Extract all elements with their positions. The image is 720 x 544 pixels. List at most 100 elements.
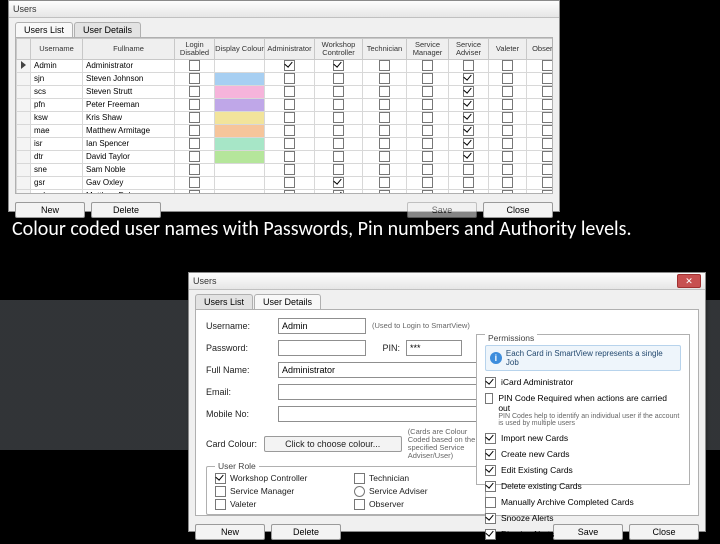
- choose-colour-button[interactable]: Click to choose colour...: [264, 436, 402, 452]
- email-input[interactable]: [278, 384, 486, 400]
- checkbox[interactable]: [542, 99, 553, 110]
- pin-input[interactable]: [406, 340, 462, 356]
- password-input[interactable]: [278, 340, 366, 356]
- checkbox[interactable]: [333, 99, 344, 110]
- checkbox[interactable]: [485, 529, 496, 540]
- username-input[interactable]: [278, 318, 366, 334]
- table-row[interactable]: kswKris Shaw: [17, 111, 554, 124]
- checkbox[interactable]: [542, 138, 553, 149]
- checkbox[interactable]: [284, 177, 295, 188]
- checkbox[interactable]: [333, 112, 344, 123]
- checkbox[interactable]: [284, 125, 295, 136]
- checkbox[interactable]: [463, 177, 474, 188]
- checkbox[interactable]: [463, 138, 474, 149]
- checkbox[interactable]: [333, 177, 344, 188]
- delete-button[interactable]: Delete: [271, 524, 341, 540]
- checkbox[interactable]: [333, 125, 344, 136]
- role-option[interactable]: Workshop Controller: [215, 473, 338, 484]
- checkbox[interactable]: [422, 151, 433, 162]
- checkbox[interactable]: [284, 73, 295, 84]
- checkbox[interactable]: [422, 190, 433, 194]
- checkbox[interactable]: [284, 60, 295, 71]
- checkbox[interactable]: [189, 177, 200, 188]
- table-row[interactable]: dtrDavid Taylor: [17, 150, 554, 163]
- checkbox[interactable]: [542, 164, 553, 175]
- permission-item[interactable]: Dismiss Alerts: [485, 529, 681, 540]
- checkbox[interactable]: [189, 190, 200, 194]
- permission-item[interactable]: Import new Cards: [485, 433, 681, 444]
- table-row[interactable]: scsSteven Strutt: [17, 85, 554, 98]
- checkbox[interactable]: [485, 513, 496, 524]
- table-row[interactable]: isrIan Spencer: [17, 137, 554, 150]
- checkbox[interactable]: [463, 125, 474, 136]
- checkbox[interactable]: [542, 177, 553, 188]
- checkbox[interactable]: [485, 433, 496, 444]
- checkbox[interactable]: [215, 486, 226, 497]
- table-row[interactable]: sjnSteven Johnson: [17, 72, 554, 85]
- checkbox[interactable]: [354, 499, 365, 510]
- checkbox[interactable]: [189, 73, 200, 84]
- permission-item[interactable]: iCard Administrator: [485, 377, 681, 388]
- checkbox[interactable]: [379, 60, 390, 71]
- checkbox[interactable]: [284, 138, 295, 149]
- checkbox[interactable]: [463, 190, 474, 194]
- tab-user-details[interactable]: User Details: [74, 22, 141, 37]
- checkbox[interactable]: [485, 465, 496, 476]
- checkbox[interactable]: [422, 86, 433, 97]
- checkbox[interactable]: [379, 99, 390, 110]
- checkbox[interactable]: [333, 86, 344, 97]
- table-row[interactable]: mdeMatthew Duke: [17, 189, 554, 194]
- checkbox[interactable]: [189, 151, 200, 162]
- checkbox[interactable]: [485, 497, 496, 508]
- checkbox[interactable]: [333, 151, 344, 162]
- checkbox[interactable]: [542, 86, 553, 97]
- checkbox[interactable]: [379, 138, 390, 149]
- checkbox[interactable]: [422, 177, 433, 188]
- checkbox[interactable]: [542, 112, 553, 123]
- checkbox[interactable]: [189, 86, 200, 97]
- checkbox[interactable]: [189, 138, 200, 149]
- checkbox[interactable]: [502, 99, 513, 110]
- checkbox[interactable]: [485, 393, 493, 404]
- checkbox[interactable]: [284, 151, 295, 162]
- permission-item[interactable]: PIN Code Required when actions are carri…: [485, 393, 681, 428]
- table-row[interactable]: maeMatthew Armitage: [17, 124, 554, 137]
- role-option[interactable]: Service Manager: [215, 486, 338, 497]
- checkbox[interactable]: [379, 151, 390, 162]
- checkbox[interactable]: [463, 73, 474, 84]
- role-option[interactable]: Service Adviser: [354, 486, 477, 497]
- checkbox[interactable]: [502, 138, 513, 149]
- checkbox[interactable]: [502, 125, 513, 136]
- checkbox[interactable]: [284, 190, 295, 194]
- checkbox[interactable]: [542, 190, 553, 194]
- checkbox[interactable]: [502, 60, 513, 71]
- checkbox[interactable]: [189, 112, 200, 123]
- checkbox[interactable]: [422, 125, 433, 136]
- checkbox[interactable]: [502, 86, 513, 97]
- table-row[interactable]: pfnPeter Freeman: [17, 98, 554, 111]
- checkbox[interactable]: [502, 190, 513, 194]
- checkbox[interactable]: [333, 190, 344, 194]
- checkbox[interactable]: [284, 86, 295, 97]
- role-option[interactable]: Technician: [354, 473, 477, 484]
- checkbox[interactable]: [284, 164, 295, 175]
- checkbox[interactable]: [422, 112, 433, 123]
- checkbox[interactable]: [189, 99, 200, 110]
- checkbox[interactable]: [189, 125, 200, 136]
- checkbox[interactable]: [379, 164, 390, 175]
- mobile-input[interactable]: [278, 406, 486, 422]
- checkbox[interactable]: [215, 473, 226, 484]
- checkbox[interactable]: [189, 60, 200, 71]
- checkbox[interactable]: [542, 151, 553, 162]
- checkbox[interactable]: [333, 164, 344, 175]
- checkbox[interactable]: [463, 151, 474, 162]
- role-option[interactable]: Observer: [354, 499, 477, 510]
- checkbox[interactable]: [379, 112, 390, 123]
- checkbox[interactable]: [463, 112, 474, 123]
- checkbox[interactable]: [284, 99, 295, 110]
- table-row[interactable]: sneSam Noble: [17, 163, 554, 176]
- fullname-input[interactable]: [278, 362, 486, 378]
- permission-item[interactable]: Edit Existing Cards: [485, 465, 681, 476]
- table-row[interactable]: AdminAdministrator: [17, 59, 554, 72]
- checkbox[interactable]: [463, 86, 474, 97]
